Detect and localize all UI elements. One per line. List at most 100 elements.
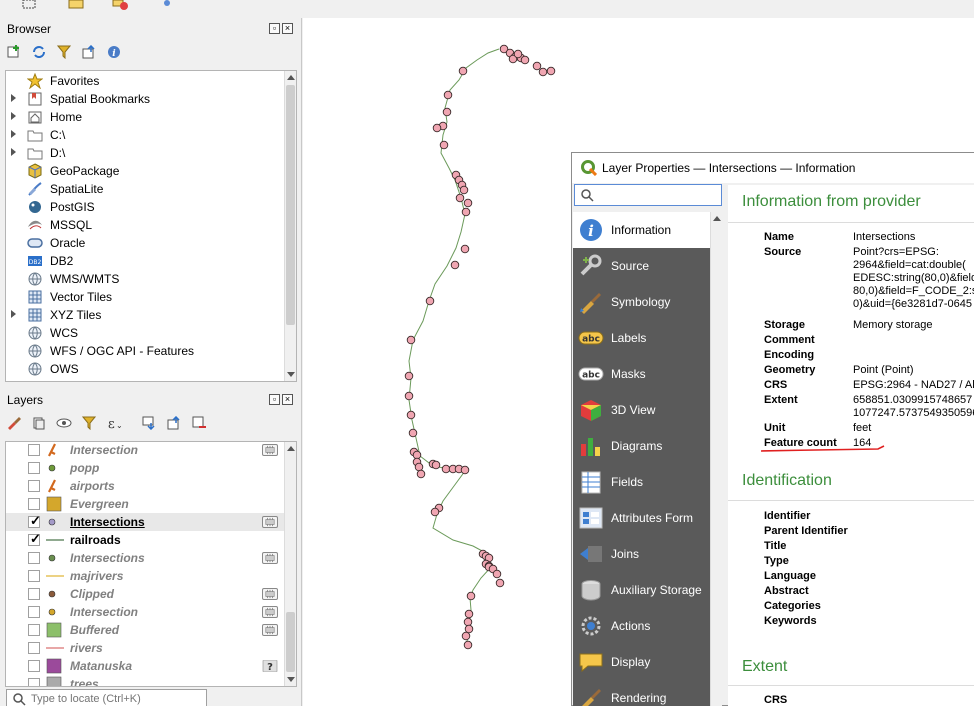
browser-item[interactable]: Oracle	[6, 234, 286, 252]
browser-item[interactable]: C:\	[6, 126, 286, 144]
browser-item[interactable]: Vector Tiles	[6, 288, 286, 306]
refresh-icon[interactable]	[31, 44, 47, 60]
expand-all-icon[interactable]	[141, 415, 157, 431]
layer-visibility-checkbox[interactable]: ✓	[28, 513, 41, 528]
browser-item[interactable]: D:\	[6, 144, 286, 162]
nav-item-display[interactable]: Display	[573, 644, 710, 680]
browser-item[interactable]: WFS / OGC API - Features	[6, 342, 286, 360]
layer-item[interactable]: Evergreen	[6, 495, 286, 513]
layer-visibility-checkbox[interactable]	[28, 642, 40, 654]
layer-visibility-checkbox[interactable]	[28, 678, 40, 686]
filter-icon[interactable]	[56, 44, 72, 60]
layer-item[interactable]: rivers	[6, 639, 286, 657]
nav-item-attributes-form[interactable]: Attributes Form	[573, 500, 710, 536]
layer-table-icon[interactable]	[68, 0, 84, 10]
layer-visibility-checkbox[interactable]	[28, 552, 40, 564]
layer-visibility-checkbox[interactable]	[28, 588, 40, 600]
visibility-eye-icon[interactable]	[56, 415, 72, 431]
browser-item[interactable]: OWS	[6, 360, 286, 378]
close-panel-button[interactable]: ×	[282, 394, 293, 405]
layer-item[interactable]: airports	[6, 477, 286, 495]
browser-item[interactable]: Favorites	[6, 72, 286, 90]
browser-item[interactable]: SpatiaLite	[6, 180, 286, 198]
select-features-icon[interactable]	[22, 0, 38, 10]
identify-icon[interactable]	[158, 0, 174, 10]
collapse-all-icon[interactable]	[166, 415, 182, 431]
browser-item[interactable]: WMS/WMTS	[6, 270, 286, 288]
layer-item[interactable]: Intersection	[6, 442, 286, 459]
browser-scrollbar[interactable]	[284, 71, 296, 381]
layer-item[interactable]: majrivers	[6, 567, 286, 585]
dialog-search-box[interactable]	[574, 184, 722, 206]
layer-visibility-checkbox[interactable]	[28, 606, 40, 618]
layers-scrollbar[interactable]	[284, 442, 296, 686]
layer-item[interactable]: trees	[6, 675, 286, 686]
locator-input[interactable]	[31, 692, 201, 706]
nav-item-auxiliary-storage[interactable]: Auxiliary Storage	[573, 572, 710, 608]
memory-layer-indicator-icon[interactable]	[262, 588, 278, 600]
nav-item-joins[interactable]: Joins	[573, 536, 710, 572]
remove-layer-icon[interactable]	[191, 415, 207, 431]
float-panel-button[interactable]: ▫	[269, 394, 280, 405]
layer-item[interactable]: ✓ Intersections	[6, 513, 286, 531]
nav-item-diagrams[interactable]: Diagrams	[573, 428, 710, 464]
nav-item-3d-view[interactable]: 3D View	[573, 392, 710, 428]
browser-item[interactable]: PostGIS	[6, 198, 286, 216]
expand-arrow-icon[interactable]	[11, 130, 16, 138]
layer-visibility-checkbox[interactable]: ✓	[28, 531, 41, 546]
dialog-nav-scrollbar[interactable]	[710, 212, 722, 706]
layer-item[interactable]: Intersection	[6, 603, 286, 621]
browser-item[interactable]: MSSQL	[6, 216, 286, 234]
add-layer-icon[interactable]	[6, 44, 22, 60]
float-panel-button[interactable]: ▫	[269, 23, 280, 34]
browser-item[interactable]: DB2 DB2	[6, 252, 286, 270]
layer-item[interactable]: Matanuska?	[6, 657, 286, 675]
layer-item[interactable]: popp	[6, 459, 286, 477]
layer-item[interactable]: Clipped	[6, 585, 286, 603]
layer-visibility-checkbox[interactable]	[28, 660, 40, 672]
nav-item-actions[interactable]: Actions	[573, 608, 710, 644]
memory-layer-indicator-icon[interactable]	[262, 444, 278, 456]
layer-item[interactable]: Intersections	[6, 549, 286, 567]
expand-arrow-icon[interactable]	[11, 94, 16, 102]
nav-item-information[interactable]: i Information	[573, 212, 710, 248]
browser-item[interactable]: WCS	[6, 324, 286, 342]
layer-visibility-checkbox[interactable]	[28, 462, 40, 474]
expression-filter-icon[interactable]: ε ⌄	[106, 415, 132, 431]
memory-layer-indicator-icon[interactable]	[262, 624, 278, 636]
nav-item-source[interactable]: Source	[573, 248, 710, 284]
layer-item[interactable]: ✓ railroads	[6, 531, 286, 549]
nav-item-symbology[interactable]: Symbology	[573, 284, 710, 320]
expand-arrow-icon[interactable]	[11, 148, 16, 156]
nav-item-labels[interactable]: abc Labels	[573, 320, 710, 356]
expand-arrow-icon[interactable]	[11, 310, 16, 318]
style-brush-icon[interactable]	[6, 415, 22, 431]
layer-visibility-checkbox[interactable]	[28, 480, 40, 492]
add-group-icon[interactable]	[31, 415, 47, 431]
collapse-all-icon[interactable]	[81, 44, 97, 60]
filter-legend-icon[interactable]	[81, 415, 97, 431]
browser-item[interactable]: GeoPackage	[6, 162, 286, 180]
dialog-search-input[interactable]	[599, 188, 717, 202]
layer-visibility-checkbox[interactable]	[28, 444, 40, 456]
memory-layer-indicator-icon[interactable]	[262, 606, 278, 618]
expand-arrow-icon[interactable]	[11, 112, 16, 120]
memory-layer-indicator-icon[interactable]	[262, 516, 278, 528]
layer-item[interactable]: Buffered	[6, 621, 286, 639]
nav-item-rendering[interactable]: Rendering	[573, 680, 710, 706]
dialog-titlebar[interactable]: Layer Properties — Intersections — Infor…	[572, 153, 974, 183]
layer-visibility-checkbox[interactable]	[28, 570, 40, 582]
missing-source-help-icon[interactable]: ?	[262, 660, 278, 672]
nav-item-masks[interactable]: abc Masks	[573, 356, 710, 392]
layer-visibility-checkbox[interactable]	[28, 498, 40, 510]
info-icon[interactable]: i	[106, 44, 122, 60]
browser-item[interactable]: Spatial Bookmarks	[6, 90, 286, 108]
memory-layer-indicator-icon[interactable]	[262, 552, 278, 564]
nav-item-fields[interactable]: Fields	[573, 464, 710, 500]
close-panel-button[interactable]: ×	[282, 23, 293, 34]
browser-item[interactable]: Home	[6, 108, 286, 126]
locator-bar[interactable]	[6, 689, 207, 706]
browser-item[interactable]: XYZ Tiles	[6, 306, 286, 324]
deselect-features-icon[interactable]	[112, 0, 128, 10]
layer-visibility-checkbox[interactable]	[28, 624, 40, 636]
